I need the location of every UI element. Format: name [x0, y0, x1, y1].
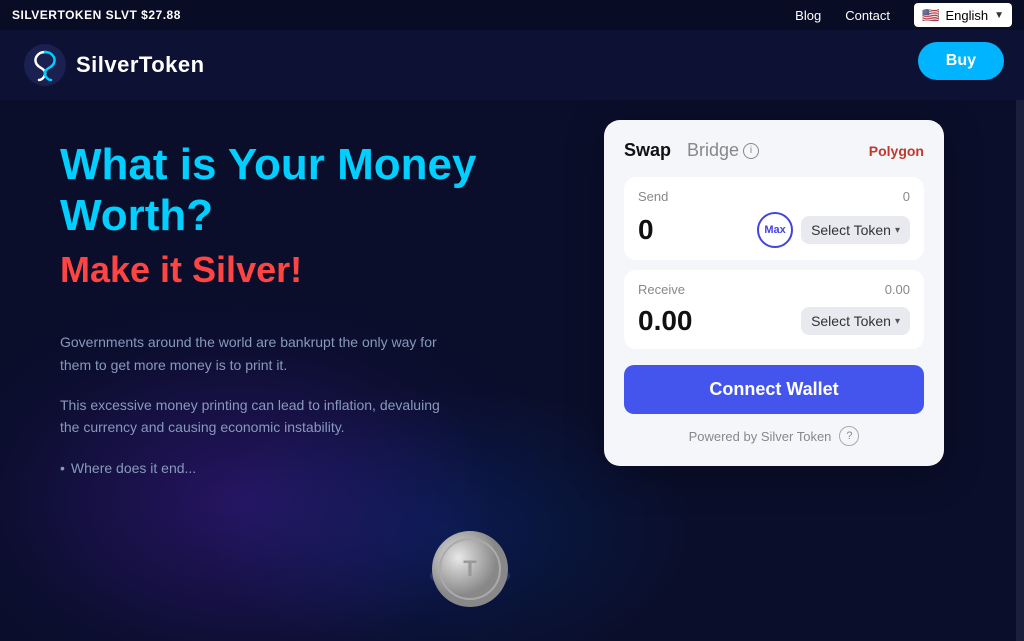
bridge-info-icon[interactable]: i: [743, 143, 759, 159]
send-box: Send 0 0 Max Select Token ▾: [624, 177, 924, 260]
hero-section: T What is Your Money Worth? Make it Silv…: [0, 100, 1024, 641]
subtitle-normal: Make it: [60, 249, 192, 290]
send-token-chevron: ▾: [895, 225, 900, 236]
send-token-select[interactable]: Select Token ▾: [801, 216, 910, 244]
tab-swap[interactable]: Swap: [624, 140, 671, 161]
logo-text: SilverToken: [76, 52, 205, 78]
hero-desc-2: This excessive money printing can lead t…: [60, 394, 440, 439]
contact-link[interactable]: Contact: [845, 8, 890, 23]
logo-icon: [24, 44, 66, 86]
send-input-row: 0 Max Select Token ▾: [638, 212, 910, 248]
hero-subtitle: Make it Silver!: [60, 249, 520, 291]
receive-value: 0.00: [885, 282, 910, 297]
svg-text:T: T: [463, 556, 477, 581]
send-token-label: Select Token: [811, 222, 891, 238]
blog-link[interactable]: Blog: [795, 8, 821, 23]
send-amount: 0: [638, 214, 749, 246]
header: SilverToken Buy: [0, 30, 1024, 100]
receive-token-label: Select Token: [811, 313, 891, 329]
send-label-row: Send 0: [638, 189, 910, 204]
hero-desc-1: Governments around the world are bankrup…: [60, 331, 440, 376]
swap-widget: Swap Bridge i Polygon Send 0 0 Max Selec…: [604, 120, 944, 466]
language-selector[interactable]: 🇺🇸 English ▼: [914, 3, 1012, 27]
hero-title-line1: What is Your Money Worth?: [60, 140, 520, 241]
widget-tabs: Swap Bridge i Polygon: [624, 140, 924, 161]
receive-token-select[interactable]: Select Token ▾: [801, 307, 910, 335]
price-ticker: SILVERTOKEN SLVT $27.88: [12, 8, 181, 22]
flag-icon: 🇺🇸: [922, 7, 939, 24]
logo[interactable]: SilverToken: [24, 44, 205, 86]
send-value: 0: [903, 189, 910, 204]
powered-by-text: Powered by Silver Token: [689, 429, 832, 444]
topbar: SILVERTOKEN SLVT $27.88 Blog Contact 🇺🇸 …: [0, 0, 1024, 30]
powered-by: Powered by Silver Token ?: [624, 426, 924, 446]
hero-content: What is Your Money Worth? Make it Silver…: [0, 140, 520, 479]
max-button[interactable]: Max: [757, 212, 793, 248]
tab-bridge[interactable]: Bridge i: [687, 140, 759, 161]
network-label[interactable]: Polygon: [869, 143, 924, 159]
buy-button[interactable]: Buy: [918, 42, 1004, 80]
help-icon[interactable]: ?: [839, 426, 859, 446]
send-label: Send: [638, 189, 668, 204]
connect-wallet-button[interactable]: Connect Wallet: [624, 365, 924, 414]
receive-label-row: Receive 0.00: [638, 282, 910, 297]
language-text: English: [945, 8, 988, 23]
receive-amount: 0.00: [638, 305, 793, 337]
receive-label: Receive: [638, 282, 685, 297]
receive-input-row: 0.00 Select Token ▾: [638, 305, 910, 337]
tabs-left: Swap Bridge i: [624, 140, 759, 161]
receive-box: Receive 0.00 0.00 Select Token ▾: [624, 270, 924, 349]
chevron-down-icon: ▼: [994, 10, 1004, 21]
receive-token-chevron: ▾: [895, 316, 900, 327]
topbar-nav: Blog Contact 🇺🇸 English ▼: [795, 3, 1012, 27]
subtitle-accent: Silver!: [192, 249, 302, 290]
coin-decoration: T: [420, 521, 520, 621]
hero-desc-3: Where does it end...: [60, 457, 520, 479]
